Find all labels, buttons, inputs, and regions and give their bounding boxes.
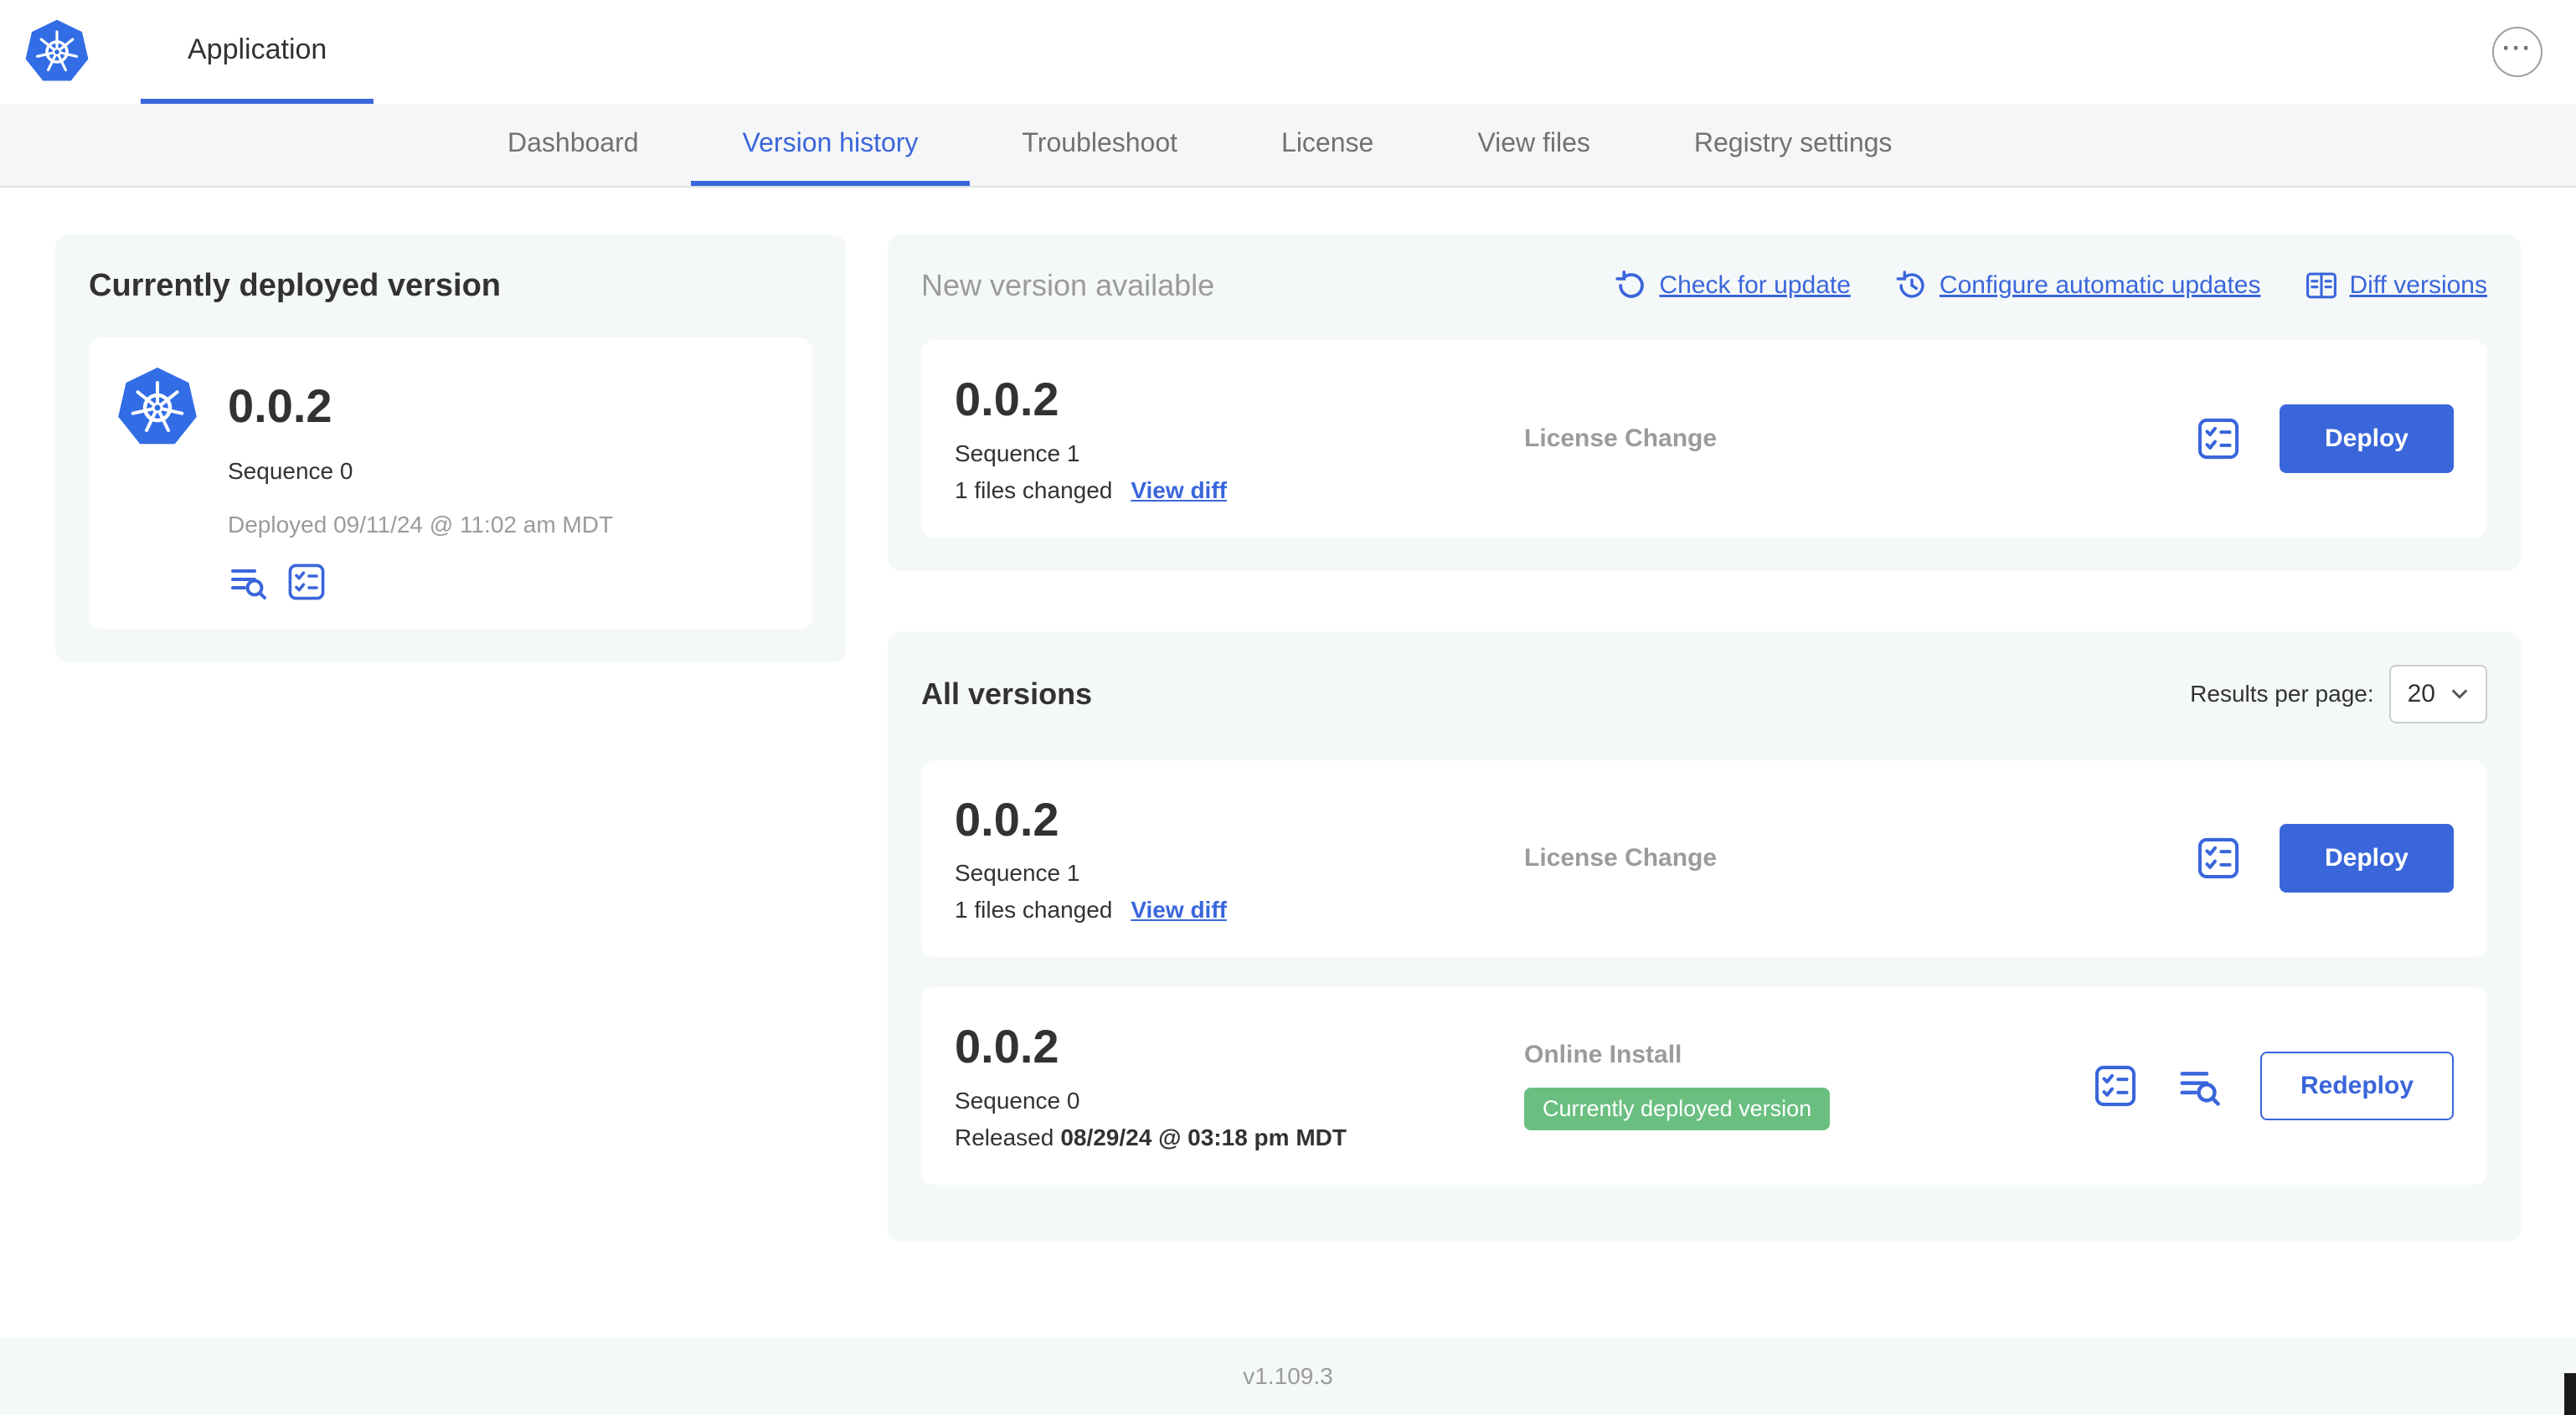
tab-license[interactable]: License — [1229, 104, 1425, 186]
deployed-sequence: Sequence 0 — [228, 458, 353, 484]
version-controls: Redeploy — [2093, 1051, 2454, 1120]
kubernetes-app-icon — [116, 364, 199, 451]
version-info: 0.0.2 Sequence 0 Released 08/29/24 @ 03:1… — [955, 1021, 1524, 1151]
tab-license-label: License — [1281, 126, 1374, 157]
app-footer: v1.109.3 — [0, 1338, 2576, 1415]
more-options-button[interactable]: ··· — [2492, 27, 2543, 77]
version-source: License Change — [1524, 844, 2196, 872]
version-source: Online Install Currently deployed versio… — [1524, 1041, 2093, 1131]
view-diff-link[interactable]: View diff — [1131, 477, 1227, 504]
release-notes-icon[interactable] — [2177, 1063, 2222, 1109]
version-sequence: Sequence 1 — [955, 440, 1080, 466]
version-number: 0.0.2 — [955, 1020, 1059, 1073]
schedule-icon — [1896, 270, 1924, 298]
redeploy-button[interactable]: Redeploy — [2259, 1051, 2454, 1120]
tab-view-files-label: View files — [1477, 126, 1590, 157]
deployed-info: 0.0.2 Sequence 0 Deployed 09/11/24 @ 11:… — [228, 364, 613, 602]
view-diff-link[interactable]: View diff — [1131, 897, 1227, 924]
version-row: 0.0.2 Sequence 1 1 files changed View di… — [921, 759, 2487, 958]
all-versions-panel: All versions Results per page: 20 0.0.2 … — [888, 630, 2521, 1242]
chevron-down-icon — [2451, 688, 2468, 699]
configure-automatic-updates-label: Configure automatic updates — [1939, 271, 2261, 299]
results-per-page-value: 20 — [2407, 679, 2435, 708]
tab-view-files[interactable]: View files — [1425, 104, 1642, 186]
kubernetes-logo-icon — [23, 17, 90, 87]
released-label: Released 08/29/24 @ 03:18 pm MDT — [955, 1124, 1347, 1150]
version-number: 0.0.2 — [955, 373, 1059, 425]
tab-registry-settings[interactable]: Registry settings — [1642, 104, 1945, 186]
view-config-checklist-icon[interactable] — [2196, 416, 2241, 461]
all-versions-title: All versions — [921, 676, 1093, 711]
right-column: New version available Check for update C… — [888, 234, 2521, 1242]
tab-application-label: Application — [188, 33, 327, 65]
ellipsis-icon: ··· — [2502, 34, 2532, 62]
change-type-label: License Change — [1524, 424, 1718, 452]
app-subnav: Dashboard Version history Troubleshoot L… — [0, 104, 2576, 188]
released-row: Released 08/29/24 @ 03:18 pm MDT — [955, 1124, 1524, 1151]
check-for-update-link[interactable]: Check for update — [1615, 270, 1851, 301]
change-type-label: License Change — [1524, 844, 1718, 872]
currently-deployed-card: 0.0.2 Sequence 0 Deployed 09/11/24 @ 11:… — [89, 337, 812, 629]
files-changed-count: 1 files changed — [955, 897, 1113, 924]
view-config-checklist-icon[interactable] — [2093, 1063, 2138, 1109]
diff-versions-label: Diff versions — [2349, 271, 2487, 299]
new-version-header: New version available Check for update C… — [921, 268, 2487, 303]
version-info: 0.0.2 Sequence 1 1 files changed View di… — [955, 792, 1524, 924]
currently-deployed-badge: Currently deployed version — [1524, 1088, 1831, 1131]
all-versions-header: All versions Results per page: 20 — [921, 664, 2487, 723]
currently-deployed-panel: Currently deployed version 0.0.2 Sequenc… — [55, 234, 846, 662]
scrollbar-thumb[interactable] — [2564, 1373, 2576, 1415]
diff-icon — [2306, 272, 2337, 299]
new-version-panel: New version available Check for update C… — [888, 234, 2521, 571]
version-source: License Change — [1524, 424, 2196, 453]
version-info: 0.0.2 Sequence 1 1 files changed View di… — [955, 373, 1524, 504]
change-type-label: Online Install — [1524, 1041, 1682, 1069]
currently-deployed-title: Currently deployed version — [89, 268, 502, 303]
deployed-version-number: 0.0.2 — [228, 379, 332, 432]
top-header: Application ··· — [0, 0, 2576, 104]
tab-dashboard-label: Dashboard — [507, 126, 639, 157]
deployed-timestamp: Deployed 09/11/24 @ 11:02 am MDT — [228, 512, 614, 538]
version-controls: Deploy — [2196, 824, 2454, 893]
tab-version-history-label: Version history — [742, 126, 919, 157]
new-version-title: New version available — [921, 268, 1215, 302]
tab-application[interactable]: Application — [141, 0, 374, 104]
version-controls: Deploy — [2196, 404, 2454, 473]
view-config-checklist-icon[interactable] — [286, 562, 327, 602]
refresh-icon — [1615, 270, 1645, 298]
check-for-update-label: Check for update — [1659, 271, 1851, 299]
version-history-page: Currently deployed version 0.0.2 Sequenc… — [0, 188, 2576, 1338]
configure-automatic-updates-link[interactable]: Configure automatic updates — [1896, 270, 2261, 301]
results-per-page: Results per page: 20 — [2190, 664, 2487, 723]
files-changed-count: 1 files changed — [955, 476, 1113, 503]
version-number: 0.0.2 — [955, 792, 1059, 846]
console-version: v1.109.3 — [1243, 1363, 1333, 1389]
version-sequence: Sequence 1 — [955, 860, 1080, 887]
version-row: 0.0.2 Sequence 0 Released 08/29/24 @ 03:1… — [921, 987, 2487, 1185]
version-actions: Check for update Configure automatic upd… — [1615, 270, 2487, 301]
tab-registry-settings-label: Registry settings — [1693, 126, 1893, 157]
results-per-page-label: Results per page: — [2190, 680, 2374, 707]
deploy-button[interactable]: Deploy — [2279, 404, 2454, 473]
released-date: 08/29/24 @ 03:18 pm MDT — [1060, 1124, 1347, 1150]
release-notes-icon[interactable] — [228, 562, 268, 602]
tab-troubleshoot[interactable]: Troubleshoot — [970, 104, 1229, 186]
results-per-page-select[interactable]: 20 — [2388, 664, 2487, 723]
deploy-button[interactable]: Deploy — [2279, 824, 2454, 893]
tab-dashboard[interactable]: Dashboard — [456, 104, 691, 186]
deployed-actions — [228, 562, 613, 602]
files-changed-row: 1 files changed View diff — [955, 477, 1524, 504]
new-version-card: 0.0.2 Sequence 1 1 files changed View di… — [921, 340, 2487, 538]
tab-version-history[interactable]: Version history — [690, 104, 971, 186]
diff-versions-link[interactable]: Diff versions — [2306, 270, 2487, 301]
files-changed-row: 1 files changed View diff — [955, 897, 1524, 924]
view-config-checklist-icon[interactable] — [2196, 836, 2241, 881]
tab-troubleshoot-label: Troubleshoot — [1022, 126, 1178, 157]
version-sequence: Sequence 0 — [955, 1087, 1080, 1114]
